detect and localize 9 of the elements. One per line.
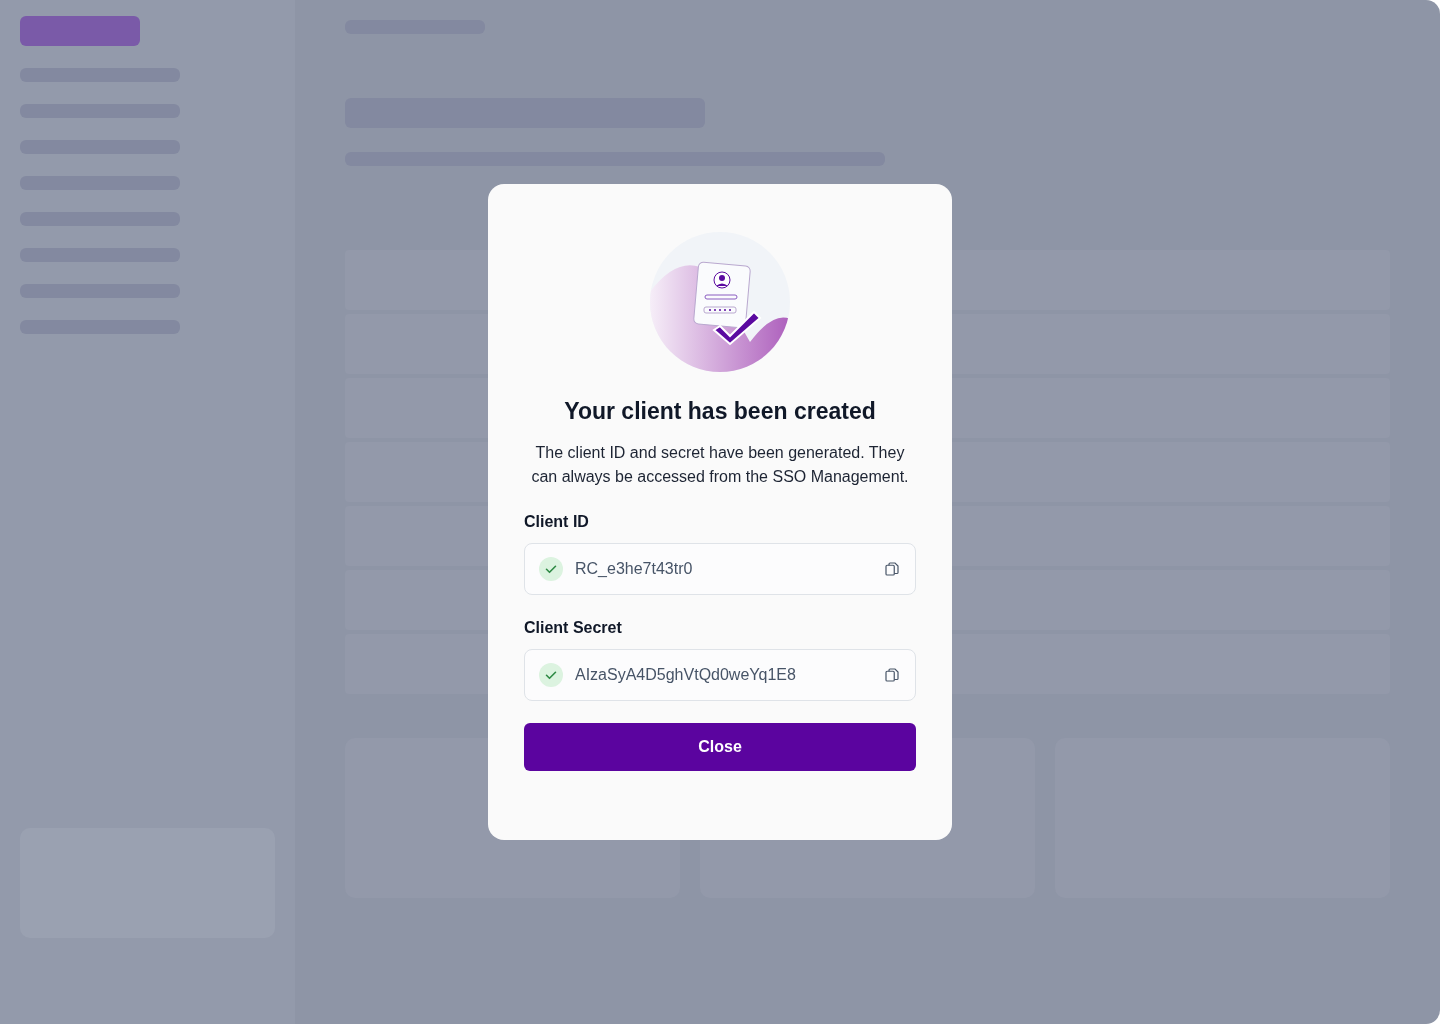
close-button[interactable]: Close xyxy=(524,723,916,771)
field-label: Client ID xyxy=(524,513,590,531)
credential-field[interactable]: RC_e3he7t43tr0 xyxy=(524,543,916,595)
field-label: Client Secret xyxy=(524,619,623,637)
dialog-message: The client ID and secret have been generated. They can always be accessed from the SSO Management. xyxy=(530,443,910,487)
copy-icon[interactable] xyxy=(883,560,901,578)
copy-icon[interactable] xyxy=(883,666,901,684)
credential-field[interactable]: AIzaSyA4D5ghVtQd0weYq1E8 xyxy=(524,649,916,701)
dialog-title: Your client has been created xyxy=(564,398,876,425)
